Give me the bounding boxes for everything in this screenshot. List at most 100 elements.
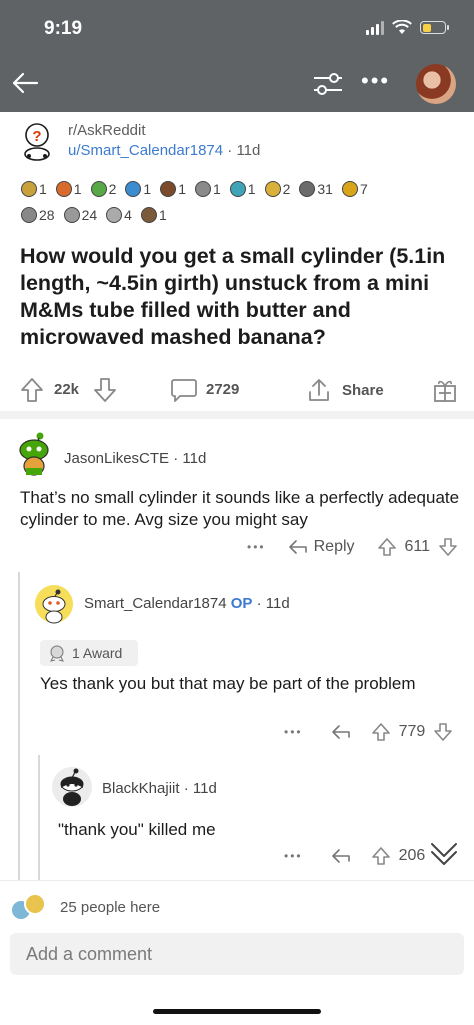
- award-icon: [229, 181, 246, 197]
- svg-text:?: ?: [32, 128, 41, 145]
- award-icon: [125, 181, 142, 197]
- comment-age: · 11d: [169, 450, 207, 467]
- comment-actions: ••• Reply 611: [247, 537, 458, 557]
- comment-vote-count: 206: [398, 847, 426, 864]
- comment-author[interactable]: Smart_Calendar1874: [84, 595, 227, 612]
- more-options-button[interactable]: •••: [361, 70, 390, 92]
- top-nav: •••: [0, 56, 474, 112]
- upvote-icon[interactable]: [371, 722, 391, 742]
- signal-icon: [366, 20, 384, 35]
- upvote-icon[interactable]: [20, 377, 44, 403]
- comment-author-line: Smart_Calendar1874 OP · 11d: [84, 595, 290, 612]
- award-item: 31: [298, 180, 333, 198]
- award-icon: [264, 181, 281, 197]
- upvote-icon[interactable]: [371, 846, 391, 866]
- reply-icon[interactable]: [331, 847, 351, 865]
- award-count: 1: [178, 181, 186, 197]
- comment-avatar-snoo[interactable]: [52, 766, 92, 808]
- comment-vote-count: 611: [404, 538, 431, 555]
- people-here[interactable]: 25 people here: [10, 893, 160, 921]
- thread-line[interactable]: [18, 572, 20, 880]
- subreddit-name[interactable]: r/AskReddit: [68, 122, 146, 139]
- award-count: 1: [143, 181, 152, 197]
- add-comment-input[interactable]: Add a comment: [10, 933, 464, 975]
- awards-bar[interactable]: 1 1 2 1 1 1 1 2 31 7 28 24 4 1: [20, 176, 460, 228]
- reply-icon[interactable]: [331, 723, 351, 741]
- award-icon: [21, 181, 37, 197]
- downvote-icon[interactable]: [93, 377, 117, 403]
- award-count: 28: [39, 207, 55, 223]
- thread-line[interactable]: [38, 755, 40, 880]
- post-title: How would you get a small cylinder (5.1i…: [20, 244, 446, 349]
- award-count: 2: [282, 181, 291, 197]
- user-avatar[interactable]: [416, 64, 456, 104]
- award-item: 1: [124, 180, 151, 198]
- post-author-link[interactable]: u/Smart_Calendar1874: [68, 142, 223, 159]
- award-icon: [299, 181, 316, 197]
- award-item: 28: [20, 206, 55, 224]
- subreddit-icon[interactable]: ?: [20, 122, 54, 162]
- awards-row: 28 24 4 1: [20, 202, 460, 228]
- reply-button[interactable]: Reply: [288, 538, 355, 556]
- award-item: 1: [194, 180, 221, 198]
- people-here-label: 25 people here: [60, 898, 161, 916]
- comment-body: "thank you" killed me: [58, 820, 216, 839]
- downvote-icon[interactable]: [438, 537, 458, 557]
- award-icon: [194, 181, 211, 197]
- comment-author-line: BlackKhajiit · 11d: [102, 780, 217, 797]
- comment-vote-count: 779: [398, 723, 426, 740]
- award-icon: [140, 207, 157, 223]
- award-icon: [160, 181, 177, 197]
- comment-body: Yes thank you but that may be part of th…: [40, 674, 416, 693]
- status-bar: 9:19: [0, 0, 474, 56]
- post-vote-count: 22k: [54, 381, 80, 398]
- upvote-icon[interactable]: [377, 537, 397, 557]
- comment-author[interactable]: JasonLikesCTE: [64, 450, 169, 467]
- post-age: · 11d: [227, 142, 261, 159]
- op-badge: OP: [230, 595, 253, 612]
- comment-more-button[interactable]: •••: [284, 849, 303, 863]
- battery-icon: [420, 21, 449, 34]
- avatar: [24, 893, 46, 915]
- award-icon: [63, 207, 80, 223]
- section-divider: [0, 411, 474, 419]
- status-time: 9:19: [44, 18, 83, 39]
- award-count: 2: [108, 181, 117, 197]
- reply-icon: [288, 540, 307, 554]
- next-comment-chevron-icon[interactable]: [426, 838, 462, 868]
- post-header: ? r/AskReddit u/Smart_Calendar1874 · 11d: [20, 120, 460, 170]
- award-item: 1: [55, 180, 82, 198]
- award-item: 24: [63, 206, 98, 224]
- award-count: 4: [124, 207, 132, 223]
- award-icon: [21, 207, 37, 223]
- award-icon: [55, 181, 72, 197]
- award-item: 2: [264, 180, 291, 198]
- comment-age: · 11d: [252, 595, 290, 612]
- award-count: 7: [359, 181, 368, 197]
- award-icon: [106, 207, 123, 223]
- award-icon: [341, 181, 358, 197]
- award-icon: [90, 181, 107, 197]
- award-item: 1: [159, 180, 186, 198]
- award-count: 24: [81, 207, 98, 223]
- share-button[interactable]: Share: [306, 377, 384, 403]
- award-item: 1: [140, 206, 167, 224]
- share-label: Share: [342, 381, 384, 399]
- comment-age: · 11d: [179, 780, 217, 797]
- sort-filter-icon[interactable]: [312, 70, 344, 98]
- post-author-line: u/Smart_Calendar1874 · 11d: [68, 142, 260, 159]
- comment-icon[interactable]: [170, 377, 198, 403]
- bottom-bar: 25 people here Add a comment: [0, 880, 474, 1025]
- gift-award-icon[interactable]: [432, 377, 458, 403]
- comment-author[interactable]: BlackKhajiit: [102, 780, 180, 797]
- award-item: 2: [90, 180, 117, 198]
- downvote-icon[interactable]: [433, 722, 453, 742]
- comment-avatar-snoo[interactable]: [34, 584, 74, 624]
- comment-actions: ••• 206: [284, 846, 433, 866]
- comment-more-button[interactable]: •••: [284, 725, 303, 739]
- comment-more-button[interactable]: •••: [247, 540, 266, 554]
- comment-avatar-snoo[interactable]: [14, 430, 54, 476]
- back-arrow-icon[interactable]: [10, 68, 40, 98]
- award-chip[interactable]: 1 Award: [40, 640, 138, 666]
- post-actions: 22k 2729 Share: [0, 373, 474, 407]
